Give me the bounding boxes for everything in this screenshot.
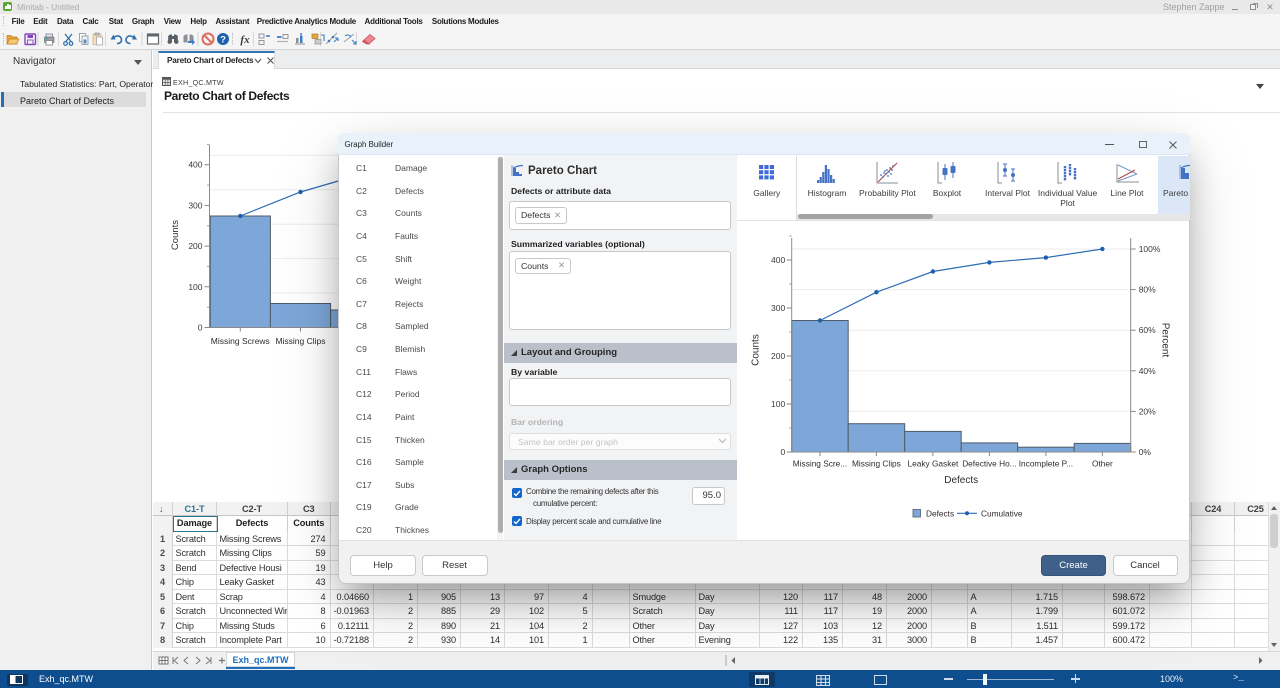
svg-text:300: 300 <box>188 200 202 210</box>
svg-text:?: ? <box>220 35 226 46</box>
svg-text:100%: 100% <box>1139 244 1161 254</box>
svg-text:Defective Ho...: Defective Ho... <box>962 459 1016 469</box>
svg-text:400: 400 <box>771 255 785 265</box>
svg-text:Defects: Defects <box>944 475 978 486</box>
svg-text:20%: 20% <box>1139 406 1156 416</box>
svg-text:Missing Clips: Missing Clips <box>275 336 325 346</box>
svg-text:Incomplete P...: Incomplete P... <box>1019 459 1073 469</box>
svg-text:0%: 0% <box>1139 447 1152 457</box>
svg-text:0: 0 <box>780 447 785 457</box>
svg-text:100: 100 <box>771 399 785 409</box>
svg-text:Counts: Counts <box>170 220 181 250</box>
svg-text:60%: 60% <box>1139 325 1156 335</box>
svg-text:Missing Scre...: Missing Scre... <box>793 459 847 469</box>
svg-text:Other: Other <box>1092 459 1113 469</box>
svg-text:Missing Screws: Missing Screws <box>211 336 270 346</box>
svg-text:400: 400 <box>188 160 202 170</box>
svg-text:Counts: Counts <box>751 334 762 366</box>
svg-text:200: 200 <box>771 351 785 361</box>
svg-text:Defects: Defects <box>926 509 954 519</box>
svg-text:fx: fx <box>240 34 250 46</box>
svg-text:Leaky Gasket: Leaky Gasket <box>908 459 959 469</box>
svg-text:40%: 40% <box>1139 366 1156 376</box>
svg-text:300: 300 <box>771 303 785 313</box>
svg-text:80%: 80% <box>1139 285 1156 295</box>
svg-text:0: 0 <box>198 323 203 333</box>
svg-text:Cumulative: Cumulative <box>981 509 1023 519</box>
svg-text:100: 100 <box>188 282 202 292</box>
svg-text:Percent: Percent <box>1160 323 1171 358</box>
svg-text:Missing Clips: Missing Clips <box>852 459 901 469</box>
svg-text:200: 200 <box>188 241 202 251</box>
